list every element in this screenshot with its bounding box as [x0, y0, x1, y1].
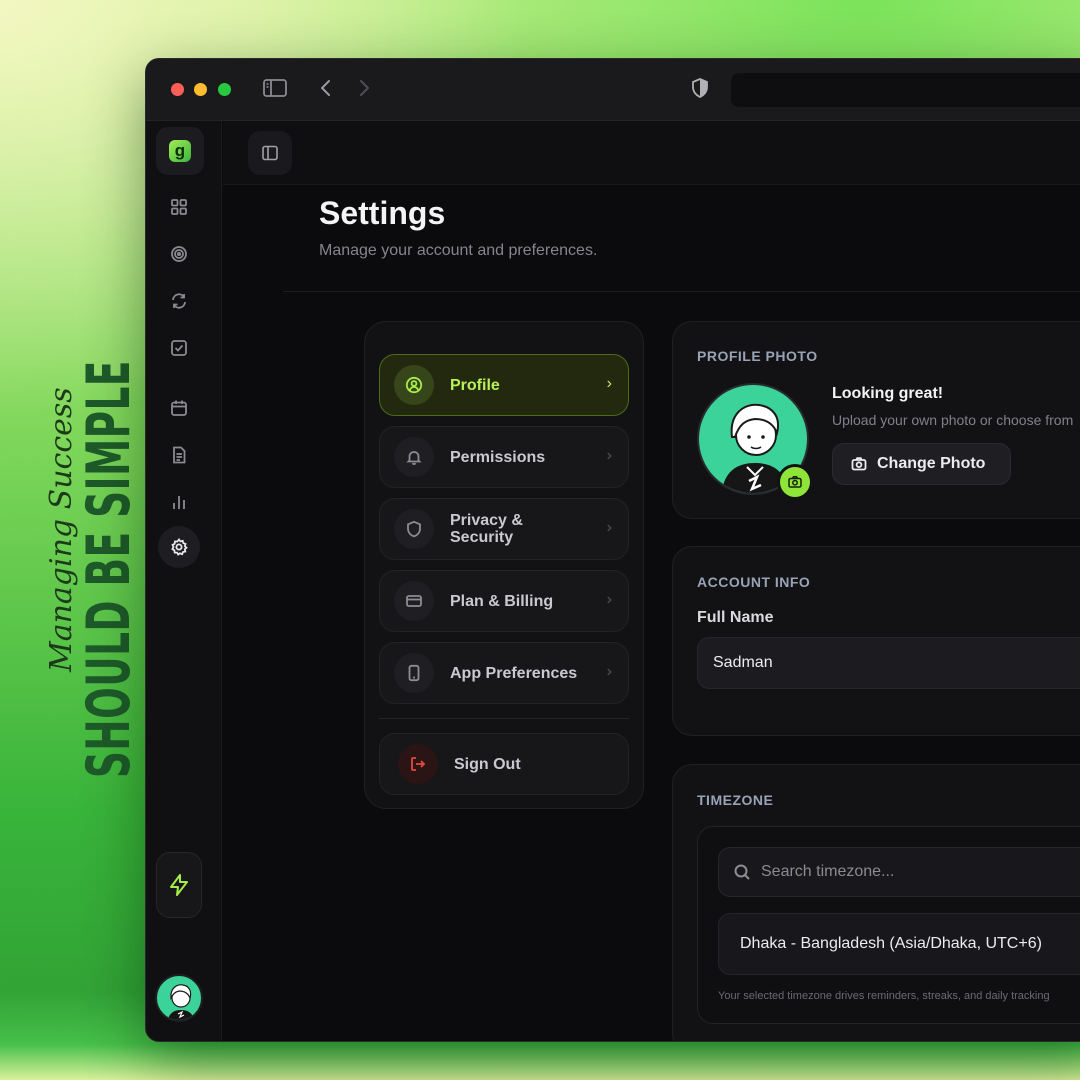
shield-icon	[394, 509, 434, 549]
menu-label: Privacy & Security	[450, 512, 523, 546]
change-photo-label: Change Photo	[877, 455, 986, 472]
section-heading: PROFILE PHOTO	[697, 348, 818, 364]
slogan-headline: SHOULD BE SIMPLE	[74, 360, 144, 778]
photo-description: Upload your own photo or choose from	[832, 412, 1074, 428]
dashboard-icon[interactable]	[163, 191, 195, 223]
menu-label: Profile	[450, 376, 500, 394]
full-name-label: Full Name	[697, 609, 774, 626]
minimize-window-button[interactable]	[194, 83, 207, 96]
sidebar-panel-icon	[262, 145, 278, 161]
page-subtitle: Manage your account and preferences.	[319, 242, 598, 259]
logo-letter: g	[169, 140, 191, 162]
menu-item-plan-billing[interactable]: Plan & Billing ›	[379, 570, 629, 632]
shield-icon[interactable]	[690, 77, 710, 105]
timezone-search-input[interactable]	[761, 863, 1080, 881]
address-bar[interactable]	[731, 73, 1080, 107]
timezone-note: Your selected timezone drives reminders,…	[718, 990, 1050, 1002]
bell-icon	[394, 437, 434, 477]
change-photo-button[interactable]: Change Photo	[832, 443, 1011, 485]
menu-label: App Preferences	[450, 664, 578, 682]
chevron-right-icon: ›	[606, 375, 612, 392]
refresh-icon[interactable]	[163, 285, 195, 317]
sign-out-icon	[398, 744, 438, 784]
slogan: Managing Success SHOULD BE SIMPLE	[30, 300, 150, 780]
user-circle-icon	[394, 365, 434, 405]
header-divider	[283, 291, 1080, 292]
search-icon	[734, 864, 750, 880]
checkbox-icon[interactable]	[163, 332, 195, 364]
camera-icon	[788, 476, 802, 488]
chevron-right-icon: ›	[606, 663, 612, 680]
chevron-right-icon: ›	[606, 447, 612, 464]
chevron-right-icon: ›	[606, 519, 612, 536]
sidebar-toggle-icon[interactable]	[262, 77, 288, 105]
sign-out-button[interactable]: Sign Out	[379, 733, 629, 795]
document-icon[interactable]	[163, 439, 195, 471]
menu-label: Permissions	[450, 448, 546, 466]
browser-titlebar	[146, 59, 1080, 121]
timezone-picker: Dhaka - Bangladesh (Asia/Dhaka, UTC+6) Y…	[697, 826, 1080, 1024]
forward-icon[interactable]	[354, 77, 374, 105]
menu-item-app-preferences[interactable]: App Preferences ›	[379, 642, 629, 704]
menu-divider	[379, 718, 629, 719]
full-name-input[interactable]	[697, 637, 1080, 689]
timezone-search[interactable]	[718, 847, 1080, 897]
section-heading: TIMEZONE	[697, 792, 774, 808]
chevron-right-icon: ›	[606, 591, 612, 608]
back-icon[interactable]	[316, 77, 336, 105]
profile-photo-card: PROFILE PHOTO Looking great! Upload your…	[672, 321, 1080, 519]
menu-label: Plan & Billing	[450, 592, 554, 610]
calendar-icon[interactable]	[163, 392, 195, 424]
user-avatar[interactable]	[155, 974, 203, 1022]
camera-icon	[851, 457, 867, 471]
app-logo[interactable]: g	[156, 127, 204, 175]
icon-rail: g	[146, 121, 222, 1041]
sign-out-label: Sign Out	[454, 755, 521, 773]
selected-timezone[interactable]: Dhaka - Bangladesh (Asia/Dhaka, UTC+6)	[718, 913, 1080, 975]
camera-badge[interactable]	[777, 464, 813, 500]
settings-menu: Profile › Permissions › Privacy & Securi…	[364, 321, 644, 809]
menu-item-profile[interactable]: Profile ›	[379, 354, 629, 416]
close-window-button[interactable]	[171, 83, 184, 96]
phone-icon	[394, 653, 434, 693]
photo-status-title: Looking great!	[832, 385, 944, 402]
app-topbar	[223, 121, 1080, 185]
menu-item-permissions[interactable]: Permissions ›	[379, 426, 629, 488]
app-window: g Settings Manage your account and prefe…	[145, 58, 1080, 1042]
panel-toggle-button[interactable]	[248, 131, 292, 175]
timezone-card: TIMEZONE Dhaka - Bangladesh (Asia/Dhaka,…	[672, 764, 1080, 1041]
menu-item-privacy-security[interactable]: Privacy & Security ›	[379, 498, 629, 560]
gear-icon[interactable]	[158, 526, 200, 568]
page-title: Settings	[319, 195, 446, 231]
lightning-icon	[170, 874, 188, 896]
target-icon[interactable]	[163, 238, 195, 270]
section-heading: ACCOUNT INFO	[697, 574, 811, 590]
maximize-window-button[interactable]	[218, 83, 231, 96]
quick-action-button[interactable]	[156, 852, 202, 918]
bar-chart-icon[interactable]	[163, 486, 195, 518]
account-info-card: ACCOUNT INFO Full Name	[672, 546, 1080, 736]
credit-card-icon	[394, 581, 434, 621]
